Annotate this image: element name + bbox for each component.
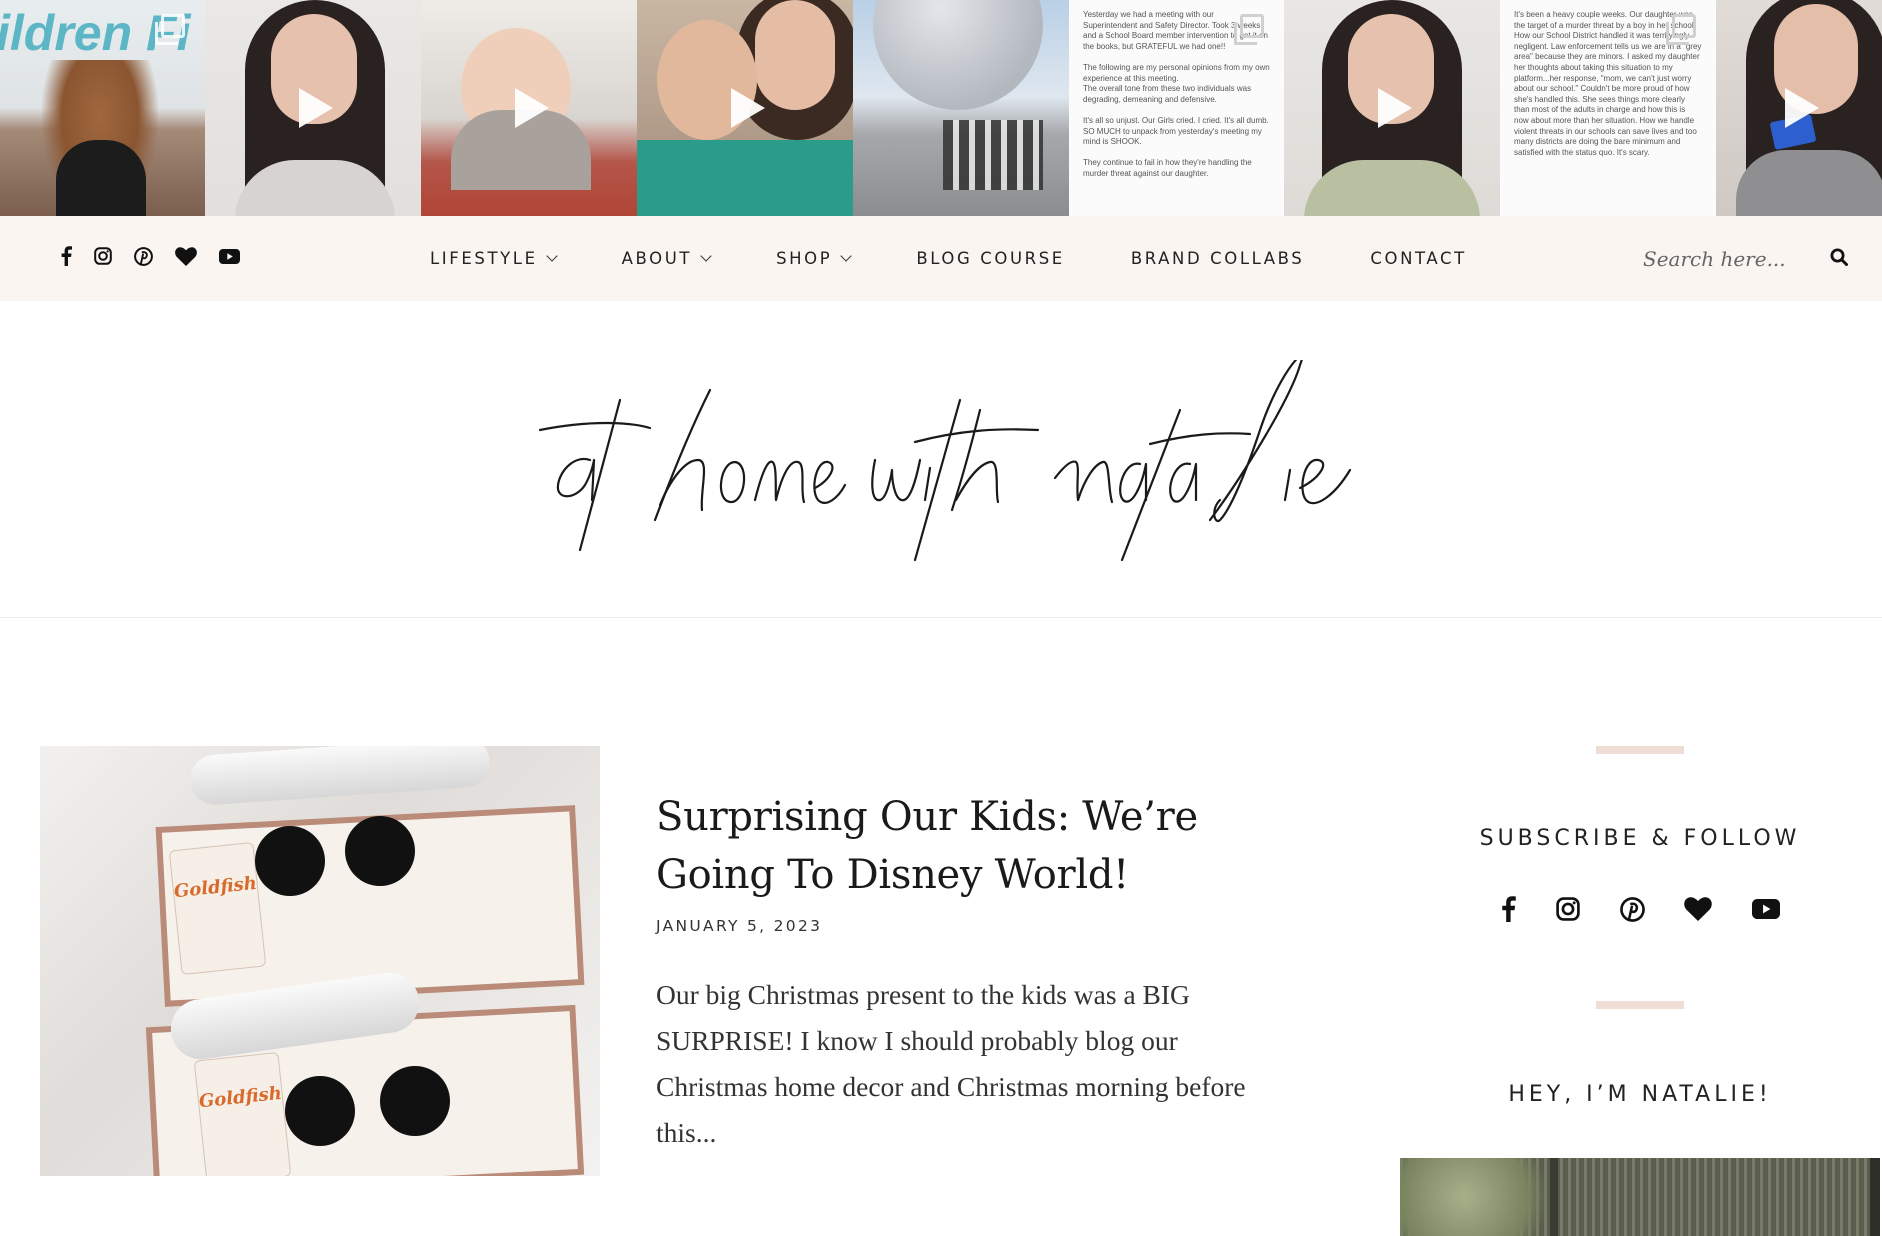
sweater-shape (1736, 150, 1882, 216)
instagram-post-5[interactable] (853, 0, 1069, 216)
instagram-post-2[interactable] (205, 0, 421, 216)
play-icon (515, 88, 549, 128)
goldfish-bag-2-shape: Goldfish (193, 1051, 292, 1176)
youtube-icon[interactable] (219, 248, 240, 264)
header-divider (0, 617, 1882, 618)
chevron-down-icon (840, 250, 852, 262)
menu-item-blog-course[interactable]: BLOG COURSE (916, 249, 1065, 268)
facebook-icon[interactable] (60, 246, 72, 266)
instagram-post-1[interactable]: ildren Fi (0, 0, 205, 216)
youtube-icon[interactable] (1752, 899, 1780, 924)
instagram-post-9[interactable] (1716, 0, 1882, 216)
heart-icon[interactable] (1684, 897, 1713, 926)
goldfish-bag-2-label: Goldfish (197, 1082, 283, 1113)
primary-menu: LIFESTYLE ABOUT SHOP BLOG COURSE BRAND C… (430, 216, 1467, 301)
epcot-sphere-shape (873, 0, 1043, 110)
sidebar-accent-bar (1596, 746, 1684, 754)
instagram-post-6[interactable]: Yesterday we had a meeting with our Supe… (1069, 0, 1284, 216)
site-logo-script (538, 355, 1352, 562)
chair-shape (56, 140, 146, 216)
instagram-post-7[interactable] (1284, 0, 1500, 216)
menu-item-contact[interactable]: CONTACT (1370, 249, 1466, 268)
post-featured-image[interactable]: Goldfish Goldfish (40, 746, 600, 1176)
sidebar-accent-bar (1596, 1001, 1684, 1009)
family-group-shape (943, 120, 1043, 190)
menu-item-shop-label: SHOP (776, 249, 833, 268)
mouse-ear-shape (285, 1076, 355, 1146)
play-icon (731, 88, 765, 128)
header-social-links (60, 246, 240, 266)
instagram-icon[interactable] (1556, 897, 1580, 926)
search-form (1643, 240, 1848, 278)
instagram-post-4[interactable] (637, 0, 853, 216)
menu-item-brand-collabs[interactable]: BRAND COLLABS (1131, 249, 1305, 268)
post-excerpt: Our big Christmas present to the kids wa… (656, 979, 1246, 1148)
site-logo[interactable] (520, 355, 1380, 570)
instagram-icon[interactable] (94, 247, 112, 265)
chevron-down-icon (545, 250, 558, 262)
menu-item-shop[interactable]: SHOP (776, 249, 852, 268)
sidebar-social-links (1500, 896, 1780, 927)
goldfish-bag-1-shape: Goldfish (168, 841, 267, 976)
author-photo (1400, 1158, 1880, 1236)
heart-icon[interactable] (175, 246, 197, 266)
mouse-ear-shape (380, 1066, 450, 1136)
multi-image-icon (1666, 14, 1696, 45)
post-shape (1870, 1158, 1880, 1236)
menu-item-brand-collabs-label: BRAND COLLABS (1130, 249, 1305, 268)
menu-item-about-label: ABOUT (621, 249, 693, 268)
post-title[interactable]: Surprising Our Kids: We’re Going To Disn… (656, 788, 1296, 904)
multi-image-icon (155, 14, 185, 45)
menu-item-blog-course-label: BLOG COURSE (916, 249, 1065, 268)
facebook-icon[interactable] (1500, 896, 1516, 927)
chevron-down-icon (700, 250, 712, 262)
play-icon (1785, 88, 1819, 128)
subscribe-follow-heading: SUBSCRIBE & FOLLOW (1479, 826, 1801, 851)
search-icon[interactable] (1830, 248, 1848, 271)
pinterest-icon[interactable] (1619, 896, 1645, 927)
shirt-shape (637, 140, 853, 216)
goldfish-bag-1-label: Goldfish (172, 872, 258, 903)
menu-item-about[interactable]: ABOUT (621, 249, 712, 268)
main-navigation-bar: LIFESTYLE ABOUT SHOP BLOG COURSE BRAND C… (0, 216, 1882, 301)
mouse-ear-shape (345, 816, 415, 886)
play-icon (299, 88, 333, 128)
multi-image-icon (1234, 14, 1264, 45)
search-input[interactable] (1643, 247, 1803, 271)
menu-item-lifestyle-label: LIFESTYLE (430, 249, 538, 268)
instagram-post-8[interactable]: It's been a heavy couple weeks. Our daug… (1500, 0, 1716, 216)
instagram-post-3[interactable] (421, 0, 637, 216)
instagram-feed-strip: ildren Fi Yesterday we had a meeting wit… (0, 0, 1882, 216)
post-shape (1550, 1158, 1558, 1236)
menu-item-contact-label: CONTACT (1370, 249, 1467, 268)
menu-item-lifestyle[interactable]: LIFESTYLE (430, 249, 558, 268)
face-shape (755, 0, 835, 110)
about-heading: HEY, I’M NATALIE! (1508, 1082, 1772, 1107)
pinterest-icon[interactable] (134, 246, 153, 266)
plant-shape (1400, 1158, 1560, 1236)
play-icon (1378, 88, 1412, 128)
post-date: JANUARY 5, 2023 (656, 917, 823, 935)
mouse-ear-shape (255, 826, 325, 896)
